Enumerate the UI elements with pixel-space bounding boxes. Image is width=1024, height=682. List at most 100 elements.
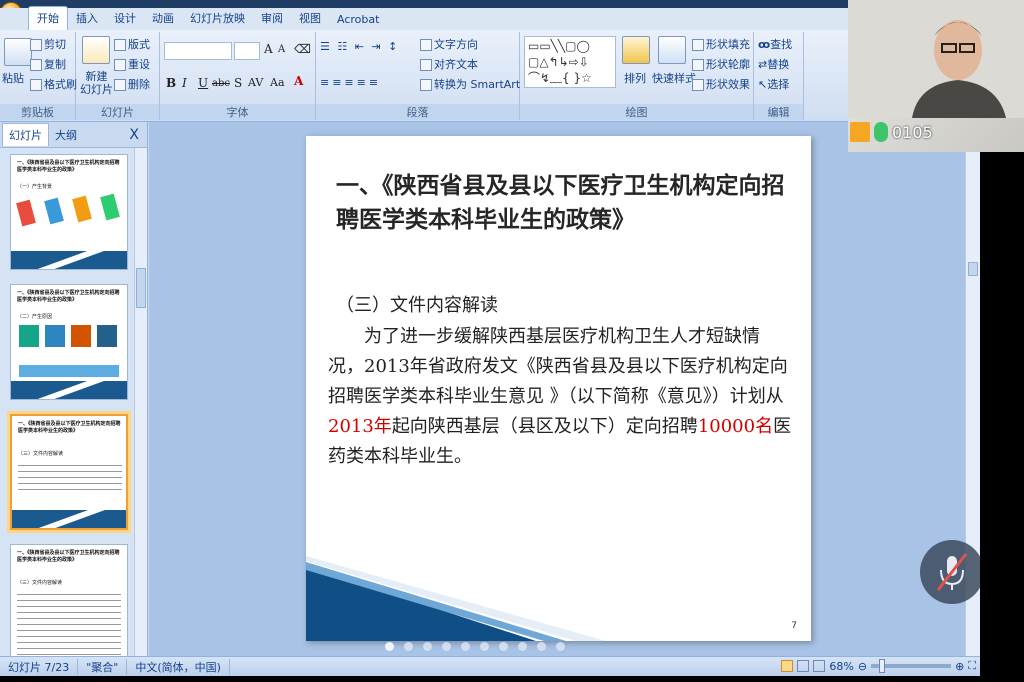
zoom-knob[interactable] (879, 659, 886, 673)
layout-icon (114, 39, 126, 51)
shapes-gallery[interactable]: ▭▭╲╲▢◯ ▢△↰↳⇨⇩ ⌒↯﹏{ }☆ (524, 36, 616, 88)
align-buttons[interactable]: ≡≡≡≡≡ (320, 76, 381, 89)
slide-thumbnail-5[interactable]: 一、《陕西省县及县以下医疗卫生机构定向招聘医学类本科毕业生的政策》 （一）产生背… (10, 154, 128, 270)
highlight-count: 10000名 (697, 416, 774, 437)
tab-review[interactable]: 审阅 (253, 7, 291, 30)
slide-thumbnail-8[interactable]: 一、《陕西省县及县以下医疗卫生机构定向招聘医学类本科毕业生的政策》 （三）文件内… (10, 544, 128, 660)
tab-acrobat[interactable]: Acrobat (329, 10, 387, 30)
cut-button[interactable]: 剪切 (30, 36, 66, 52)
bold-button[interactable]: B (166, 76, 176, 90)
new-slide-icon[interactable] (82, 36, 110, 64)
slide-body[interactable]: 为了进一步缓解陕西基层医疗机构卫生人才短缺情况，2013年省政府发文《陕西省县及… (328, 322, 793, 472)
language[interactable]: 中文(简体，中国) (127, 658, 230, 675)
slide-editor: 一、《陕西省县及县以下医疗卫生机构定向招聘医学类本科毕业生的政策》 （三）文件内… (149, 122, 965, 656)
layout-button[interactable]: 版式 (114, 36, 150, 52)
dot[interactable] (423, 642, 432, 651)
zoom-level[interactable]: 68% (829, 660, 853, 673)
dot[interactable] (480, 642, 489, 651)
align-text-icon (420, 59, 432, 71)
delete-button[interactable]: 删除 (114, 76, 150, 92)
replace-button[interactable]: ⇄替换 (758, 56, 789, 72)
arrange-icon[interactable] (622, 36, 650, 64)
arrange-button[interactable]: 排列 (624, 70, 646, 86)
tab-slideshow[interactable]: 幻灯片放映 (182, 7, 253, 30)
paste-icon[interactable] (4, 38, 32, 66)
shape-outline-button[interactable]: 形状轮廓 (692, 56, 750, 72)
slide-decoration (306, 556, 606, 641)
tab-view[interactable]: 视图 (291, 7, 329, 30)
effects-icon (692, 79, 704, 91)
slides-pane: 幻灯片 大纲 X 一、《陕西省县及县以下医疗卫生机构定向招聘医学类本科毕业生的政… (0, 122, 148, 660)
tab-insert[interactable]: 插入 (68, 7, 106, 30)
theme-name: "聚合" (78, 658, 128, 675)
reset-button[interactable]: 重设 (114, 56, 150, 72)
zoom-out-icon[interactable]: ⊖ (858, 660, 867, 673)
slide-subtitle[interactable]: （三）文件内容解读 (336, 291, 498, 317)
dot[interactable] (537, 642, 546, 651)
font-size-combo[interactable] (234, 42, 260, 60)
char-spacing-button[interactable]: AV (248, 76, 263, 89)
zoom-slider[interactable] (871, 659, 952, 673)
dot[interactable] (556, 642, 565, 651)
reset-icon (114, 59, 126, 71)
dot[interactable] (461, 642, 470, 651)
tab-home[interactable]: 开始 (28, 6, 68, 30)
shape-effects-button[interactable]: 形状效果 (692, 76, 750, 92)
dot[interactable] (442, 642, 451, 651)
new-slide-button[interactable]: 新建 幻灯片 (80, 70, 113, 96)
slide-thumbnail-7[interactable]: 一、《陕西省县及县以下医疗卫生机构定向招聘医学类本科毕业生的政策》 （三）文件内… (10, 414, 128, 530)
scroll-thumb[interactable] (136, 268, 146, 308)
quick-styles-icon[interactable] (658, 36, 686, 64)
scroll-thumb[interactable] (968, 262, 978, 276)
mute-microphone-button[interactable] (920, 540, 984, 604)
text-direction-button[interactable]: 文字方向 (420, 36, 478, 52)
tab-design[interactable]: 设计 (106, 7, 144, 30)
dot[interactable] (499, 642, 508, 651)
align-text-button[interactable]: 对齐文本 (420, 56, 478, 72)
thumb-stripe (11, 251, 127, 269)
list-buttons[interactable]: ☰ ☷ ⇤ ⇥ ↕ (320, 40, 399, 53)
select-button[interactable]: ↖选择 (758, 76, 789, 92)
format-painter-button[interactable]: 格式刷 (30, 76, 77, 92)
tab-outline[interactable]: 大纲 (49, 124, 83, 146)
grow-font-button[interactable]: A (264, 42, 273, 56)
fit-window-icon[interactable]: ⛶ (968, 659, 976, 673)
dot[interactable] (518, 642, 527, 651)
reading-view-icon[interactable] (813, 660, 826, 672)
tab-slides[interactable]: 幻灯片 (2, 123, 49, 146)
change-case-button[interactable]: Aa (270, 76, 285, 89)
ribbon: 粘贴 剪切 复制 格式刷 剪贴板 新建 幻灯片 版式 重设 删除 幻灯片 A A… (0, 30, 848, 122)
webcam-code: 0105 (892, 122, 933, 142)
quick-styles-button[interactable]: 快速样式 (652, 70, 696, 86)
strikethrough-button[interactable]: abc (212, 78, 230, 89)
thumb-stripe (12, 510, 126, 528)
sorter-view-icon[interactable] (797, 660, 810, 672)
italic-button[interactable]: I (182, 76, 187, 90)
clear-format-icon[interactable]: ⌫ (294, 42, 311, 56)
copy-button[interactable]: 复制 (30, 56, 66, 72)
zoom-in-icon[interactable]: ⊕ (955, 660, 964, 673)
user-icon[interactable] (850, 122, 870, 142)
copy-icon (30, 59, 42, 71)
find-button[interactable]: ꝏ查找 (758, 36, 792, 52)
tab-animation[interactable]: 动画 (144, 7, 182, 30)
paste-button[interactable]: 粘贴 (2, 70, 24, 86)
dot[interactable] (404, 642, 413, 651)
dot[interactable] (385, 642, 394, 651)
smartart-button[interactable]: 转换为 SmartArt (420, 76, 520, 92)
underline-button[interactable]: U (198, 76, 208, 90)
font-color-button[interactable]: A (294, 74, 303, 88)
shadow-button[interactable]: S (234, 76, 242, 90)
pane-scrollbar[interactable] (134, 148, 147, 656)
slide-thumbnail-6[interactable]: 一、《陕西省县及县以下医疗卫生机构定向招聘医学类本科毕业生的政策》 （二）产生原… (10, 284, 128, 400)
shape-fill-button[interactable]: 形状填充 (692, 36, 750, 52)
muted-mic-icon (936, 553, 968, 591)
thumb-body-lines (18, 460, 122, 494)
close-pane-button[interactable]: X (129, 127, 139, 143)
normal-view-icon[interactable] (781, 660, 794, 672)
slide-title[interactable]: 一、《陕西省县及县以下医疗卫生机构定向招聘医学类本科毕业生的政策》 (336, 168, 786, 236)
shrink-font-button[interactable]: A (278, 44, 285, 55)
font-name-combo[interactable] (164, 42, 232, 60)
slide-canvas[interactable]: 一、《陕西省县及县以下医疗卫生机构定向招聘医学类本科毕业生的政策》 （三）文件内… (306, 136, 811, 641)
microphone-icon[interactable] (874, 122, 888, 142)
